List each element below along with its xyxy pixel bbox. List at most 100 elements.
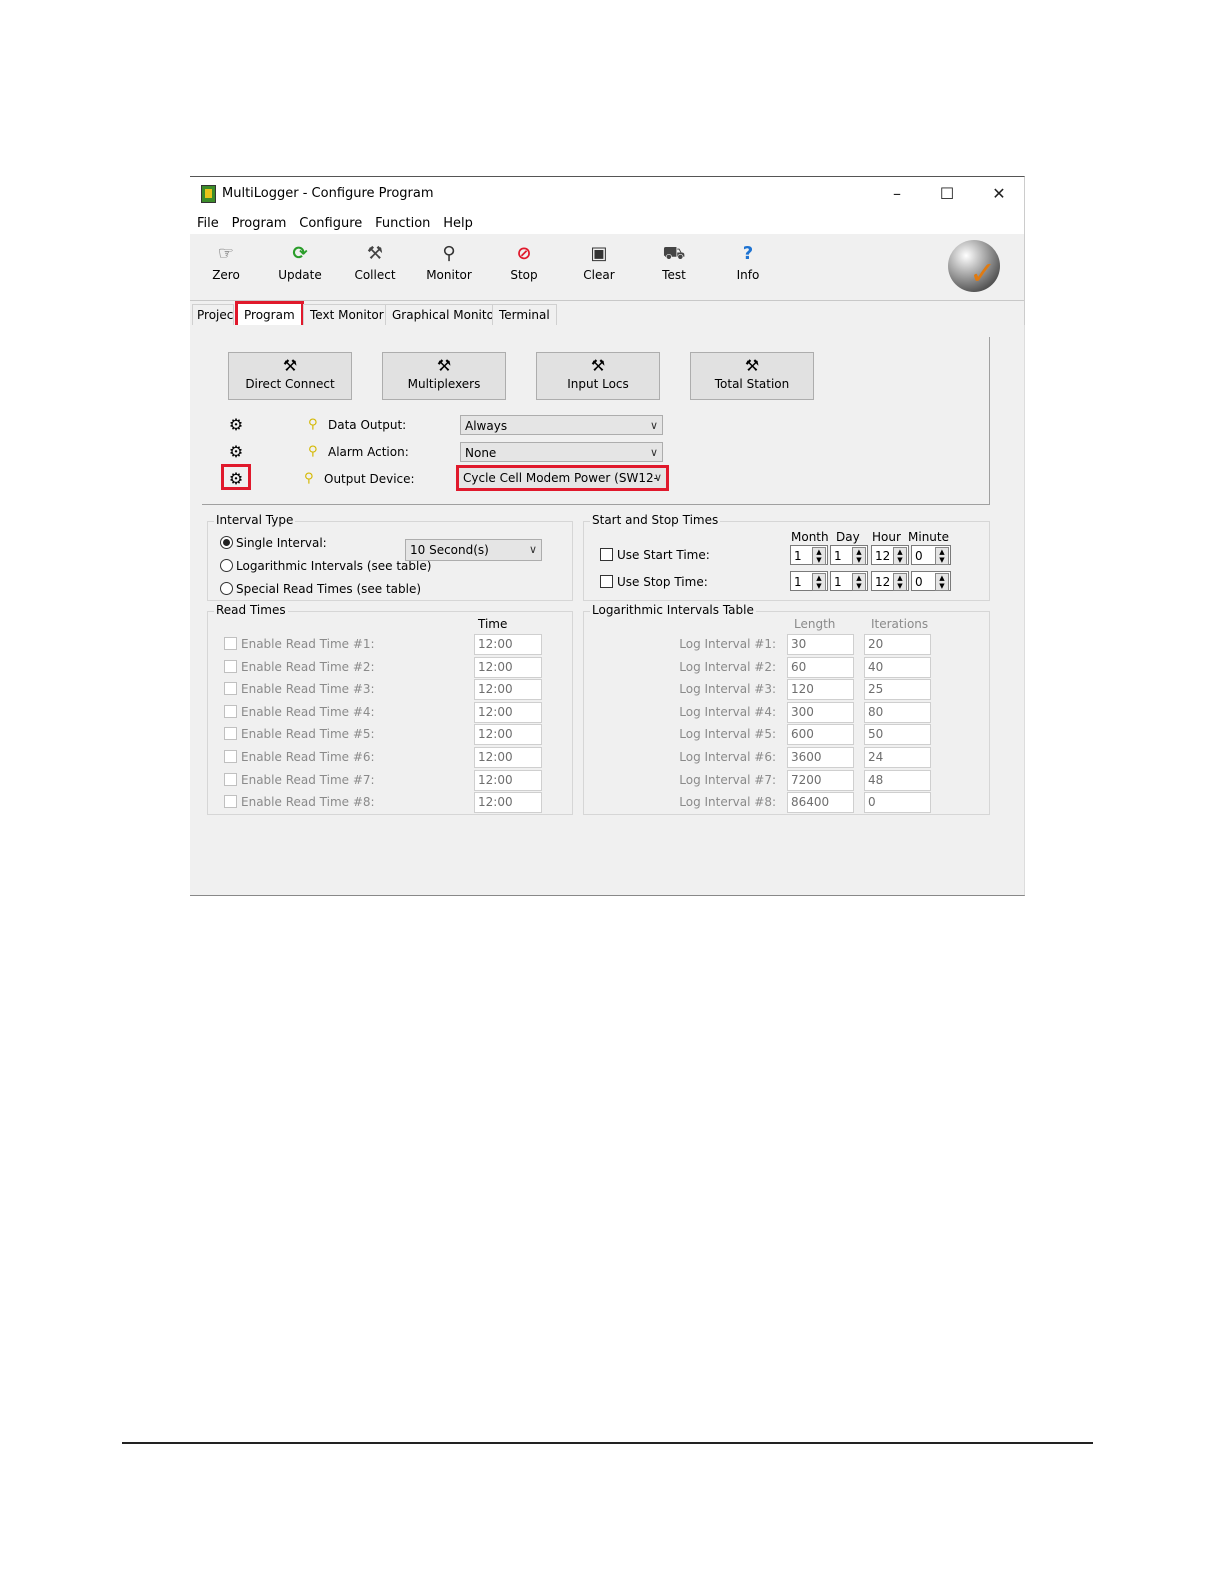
enable-read-time-checkbox[interactable]: Enable Read Time #1: [224,637,375,651]
page-divider [122,1442,1093,1444]
test-button[interactable]: ⛟ Test [644,242,704,282]
spinner-arrows-icon[interactable]: ▲ ▼ [852,573,866,591]
log-interval-label: Log Interval #7: [679,772,776,787]
spinner-arrows-icon[interactable]: ▲ ▼ [812,573,826,591]
checkbox-icon [600,548,613,561]
app-icon [201,185,216,203]
update-button[interactable]: ⟳ Update [270,242,330,282]
spinner-arrows-icon[interactable]: ▲ ▼ [812,547,826,565]
menu-help[interactable]: Help [443,213,473,235]
stop-button[interactable]: ⊘ Stop [494,242,554,282]
spinner-arrows-icon[interactable]: ▲ ▼ [852,547,866,565]
log-iterations-input[interactable]: 0 [864,792,931,814]
read-time-input[interactable]: 12:00 [474,634,542,655]
menu-configure[interactable]: Configure [299,213,362,235]
log-iterations-input[interactable]: 20 [864,634,931,655]
enable-read-time-checkbox[interactable]: Enable Read Time #2: [224,659,375,674]
input-locs-button[interactable]: ⚒ Input Locs [536,352,660,400]
start-day-spinner[interactable]: 1 ▲ ▼ [830,545,868,565]
log-intervals-radio[interactable]: Logarithmic Intervals (see table) [220,559,431,573]
start-minute-spinner[interactable]: 0 ▲ ▼ [911,545,951,565]
spinner-arrows-icon[interactable]: ▲ ▼ [893,547,907,565]
zero-button[interactable]: ☞ Zero [196,242,256,282]
output-device-select[interactable]: Cycle Cell Modem Power (SW12- ∨ [456,465,669,491]
spinner-arrows-icon[interactable]: ▲ ▼ [935,547,949,565]
checkbox-icon [600,575,613,588]
menu-program[interactable]: Program [232,213,287,235]
question-icon: ? [742,243,754,264]
log-iterations-input[interactable]: 40 [864,656,931,678]
alarm-action-select[interactable]: None ∨ [460,442,663,462]
iterations-header: Iterations [871,617,929,631]
info-button[interactable]: ? Info [718,242,778,282]
use-stop-time-checkbox[interactable]: Use Stop Time: [600,575,708,589]
read-times-title: Read Times [214,603,288,617]
enable-read-time-checkbox[interactable]: Enable Read Time #7: [224,772,375,787]
read-time-input[interactable]: 12:00 [474,747,542,768]
checkbox-icon [224,795,237,809]
stop-hour-spinner[interactable]: 12 ▲ ▼ [871,571,909,591]
direct-connect-button[interactable]: ⚒ Direct Connect [228,352,352,400]
log-iterations-input[interactable]: 50 [864,724,931,746]
maximize-button[interactable]: ☐ [932,181,962,207]
enable-read-time-checkbox[interactable]: Enable Read Time #3: [224,682,375,696]
use-start-time-checkbox[interactable]: Use Start Time: [600,548,710,562]
log-interval-label: Log Interval #3: [679,682,776,697]
log-length-input[interactable]: 86400 [787,792,854,814]
monitor-button[interactable]: ⚲ Monitor [419,242,479,282]
log-iterations-input[interactable]: 80 [864,701,931,723]
tab-project[interactable]: Project [192,304,234,325]
menu-file[interactable]: File [197,213,219,235]
enable-read-time-checkbox[interactable]: Enable Read Time #5: [224,727,375,741]
gear-icon[interactable]: ⚙ [226,442,246,461]
tab-graphical-monitor[interactable]: Graphical Monitor [385,304,506,325]
stop-minute-spinner[interactable]: 0 ▲ ▼ [911,571,951,591]
read-time-input[interactable]: 12:00 [474,701,542,723]
tab-terminal[interactable]: Terminal [492,304,557,325]
log-intervals-title: Logarithmic Intervals Table [590,603,756,617]
gear-icon[interactable]: ⚙ [226,415,246,434]
minimize-button[interactable]: – [882,181,912,207]
log-iterations-input[interactable]: 25 [864,679,931,701]
tab-text-monitor[interactable]: Text Monitor [303,304,391,325]
log-length-input[interactable]: 3600 [787,747,854,768]
log-length-input[interactable]: 300 [787,701,854,723]
collect-button[interactable]: ⚒ Collect [345,242,405,282]
single-interval-select[interactable]: 10 Second(s) ∨ [405,539,542,561]
gear-wrench-icon: ⚒ [590,356,606,375]
log-iterations-input[interactable]: 48 [864,769,931,791]
checkbox-icon [224,659,237,673]
clear-button[interactable]: ▣ Clear [569,242,629,282]
log-length-input[interactable]: 120 [787,679,854,701]
log-length-input[interactable]: 600 [787,724,854,746]
read-time-input[interactable]: 12:00 [474,724,542,746]
stop-month-spinner[interactable]: 1 ▲ ▼ [790,571,828,591]
special-read-times-radio[interactable]: Special Read Times (see table) [220,582,421,596]
spinner-arrows-icon[interactable]: ▲ ▼ [893,573,907,591]
total-station-button[interactable]: ⚒ Total Station [690,352,814,400]
close-button[interactable]: ✕ [984,181,1014,207]
logo-check-icon: ✓ [969,254,996,292]
minute-header: Minute [908,530,949,544]
log-interval-label: Log Interval #6: [679,750,776,764]
start-hour-spinner[interactable]: 12 ▲ ▼ [871,545,909,565]
data-output-select[interactable]: Always ∨ [460,415,663,435]
multiplexers-button[interactable]: ⚒ Multiplexers [382,352,506,400]
log-length-input[interactable]: 30 [787,634,854,655]
read-time-input[interactable]: 12:00 [474,679,542,701]
enable-read-time-checkbox[interactable]: Enable Read Time #4: [224,704,375,719]
start-month-spinner[interactable]: 1 ▲ ▼ [790,545,828,565]
stop-day-spinner[interactable]: 1 ▲ ▼ [830,571,868,591]
enable-read-time-checkbox[interactable]: Enable Read Time #6: [224,750,375,764]
log-iterations-input[interactable]: 24 [864,747,931,768]
gear-wrench-icon: ⚒ [744,356,760,375]
enable-read-time-checkbox[interactable]: Enable Read Time #8: [224,795,375,809]
log-length-input[interactable]: 7200 [787,769,854,791]
read-time-input[interactable]: 12:00 [474,769,542,791]
menu-function[interactable]: Function [375,213,430,235]
log-length-input[interactable]: 60 [787,656,854,678]
single-interval-radio[interactable]: Single Interval: [220,536,327,550]
read-time-input[interactable]: 12:00 [474,656,542,678]
read-time-input[interactable]: 12:00 [474,792,542,814]
spinner-arrows-icon[interactable]: ▲ ▼ [935,573,949,591]
